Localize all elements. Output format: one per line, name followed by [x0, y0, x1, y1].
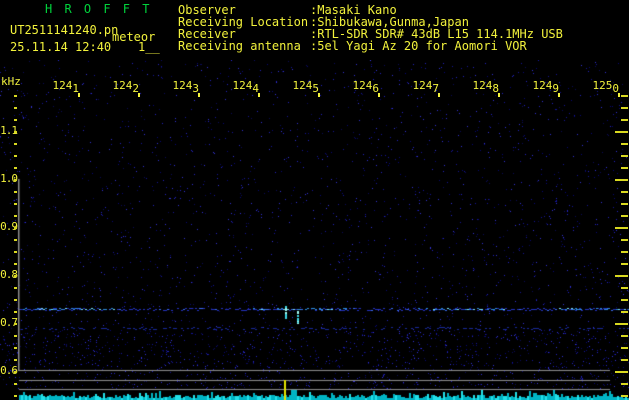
time-tick-label: 1242	[112, 79, 140, 95]
khz-tick-left	[14, 263, 17, 265]
khz-tick-left	[14, 299, 17, 301]
counter-label: 1__	[138, 40, 160, 54]
khz-tick-right	[621, 191, 628, 193]
khz-tick-right	[621, 95, 628, 97]
khz-tick-left	[14, 239, 17, 241]
metadata-label: Receiving antenna	[178, 39, 301, 53]
time-tick-label: 1243	[172, 79, 200, 95]
hrofft-window: H R O F F T UT2511141240.pn meteor 25.11…	[0, 0, 629, 400]
time-tick	[378, 93, 380, 97]
khz-tick-left	[14, 359, 17, 361]
khz-tick-left	[14, 167, 17, 169]
khz-tick-left	[14, 107, 17, 109]
khz-tick-right	[621, 263, 628, 265]
khz-tick-left	[14, 335, 17, 337]
time-tick-label: 1248	[472, 79, 500, 95]
time-tick	[558, 93, 560, 97]
time-tick-label: 1245	[292, 79, 320, 95]
khz-tick-right	[621, 383, 628, 385]
khz-tick-left	[14, 215, 17, 217]
khz-tick-right	[621, 119, 628, 121]
khz-tick-left	[14, 311, 17, 313]
khz-tick-left	[14, 179, 17, 181]
khz-tick-left	[14, 287, 17, 289]
khz-tick-right	[621, 143, 628, 145]
khz-tick-left	[14, 275, 17, 277]
time-tick-label: 1247	[412, 79, 440, 95]
time-tick-label: 1244	[232, 79, 260, 95]
khz-tick-right	[621, 287, 628, 289]
khz-tick-left	[14, 143, 17, 145]
datetime-label: 25.11.14 12:40	[10, 40, 112, 54]
khz-tick-left	[14, 347, 17, 349]
khz-tick-right	[621, 335, 628, 337]
khz-tick-right	[621, 239, 628, 241]
app-title: H R O F F T	[45, 2, 152, 16]
khz-tick-right	[621, 167, 628, 169]
time-tick	[78, 93, 80, 97]
khz-axis-unit: kHz	[1, 75, 21, 88]
khz-tick-left	[14, 395, 17, 397]
time-tick-label: 1241	[52, 79, 80, 95]
khz-tick-left	[14, 323, 17, 325]
khz-tick-right	[621, 215, 628, 217]
khz-tick-left	[14, 371, 17, 373]
output-filename: UT2511141240.pn	[10, 23, 119, 37]
khz-tick-left	[14, 155, 17, 157]
time-tick	[138, 93, 140, 97]
khz-tick-right	[621, 347, 628, 349]
spectrogram-canvas	[0, 60, 629, 400]
khz-tick-left	[14, 119, 17, 121]
khz-tick-right	[621, 311, 628, 313]
khz-tick-right	[615, 323, 628, 325]
khz-tick-right	[621, 155, 628, 157]
time-tick	[498, 93, 500, 97]
time-tick	[618, 93, 620, 97]
time-tick	[258, 93, 260, 97]
khz-tick-left	[14, 251, 17, 253]
khz-tick-right	[615, 179, 628, 181]
khz-tick-left	[14, 131, 17, 133]
time-tick-label: 1250	[592, 79, 620, 95]
khz-tick-left	[14, 383, 17, 385]
khz-tick-left	[14, 203, 17, 205]
khz-tick-right	[621, 107, 628, 109]
khz-tick-right	[615, 275, 628, 277]
khz-tick-right	[615, 227, 628, 229]
khz-tick-left	[14, 191, 17, 193]
time-tick	[318, 93, 320, 97]
khz-tick-right	[621, 203, 628, 205]
metadata-value: :5el Yagi Az 20 for Aomori VOR	[310, 39, 527, 53]
time-tick-label: 1249	[532, 79, 560, 95]
khz-tick-right	[621, 359, 628, 361]
khz-tick-left	[14, 227, 17, 229]
khz-tick-right	[621, 251, 628, 253]
time-tick	[438, 93, 440, 97]
khz-tick-right	[615, 371, 628, 373]
time-tick	[198, 93, 200, 97]
khz-tick-right	[615, 131, 628, 133]
time-tick-label: 1246	[352, 79, 380, 95]
khz-tick-left	[14, 95, 17, 97]
khz-tick-right	[621, 395, 628, 397]
khz-tick-right	[621, 299, 628, 301]
